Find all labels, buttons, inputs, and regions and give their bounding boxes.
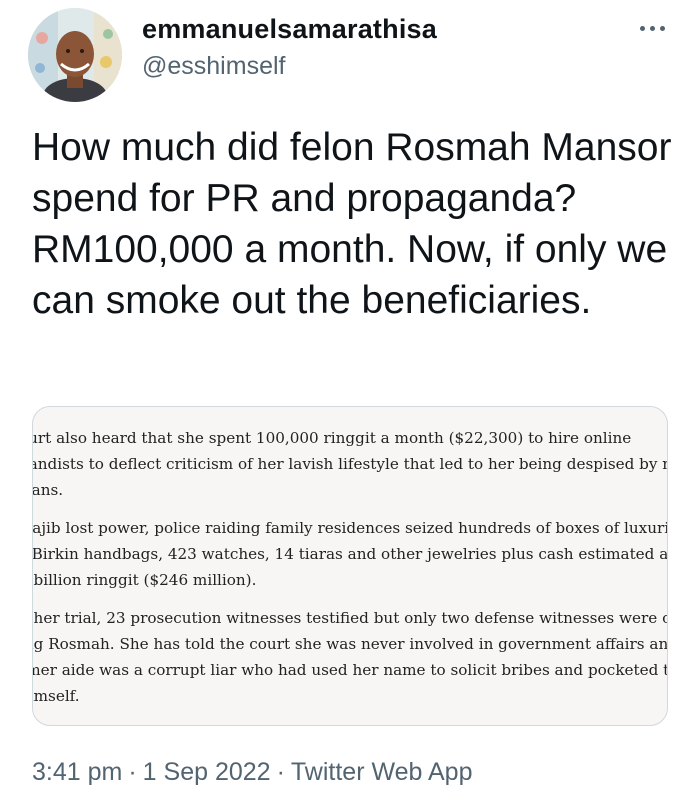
more-dot: [649, 25, 655, 31]
more-horizontal-icon[interactable]: [632, 14, 672, 42]
excerpt-line: himself.: [33, 687, 80, 705]
more-dot: [639, 25, 645, 31]
excerpt-line: Najib lost power, police raiding family …: [32, 519, 668, 537]
avatar[interactable]: [28, 8, 122, 102]
excerpt-line: s Birkin handbags, 423 watches, 14 tiara…: [32, 545, 668, 563]
tweet-header: emmanuelsamarathisa @esshimself: [0, 0, 700, 110]
display-name[interactable]: emmanuelsamarathisa: [142, 14, 437, 45]
tweet-date[interactable]: 1 Sep 2022: [143, 758, 271, 786]
excerpt-line: ourt also heard that she spent 100,000 r…: [32, 429, 632, 447]
separator: ·: [276, 758, 285, 786]
excerpt-line: 1 billion ringgit ($246 million).: [32, 571, 257, 589]
avatar-image: [28, 8, 122, 102]
tweet-metadata: 3:41 pm · 1 Sep 2022 · Twitter Web App: [32, 758, 472, 787]
user-handle[interactable]: @esshimself: [142, 52, 285, 81]
attached-image[interactable]: ourt also heard that she spent 100,000 r…: [32, 406, 668, 726]
excerpt-paragraph: Najib lost power, police raiding family …: [32, 515, 668, 593]
separator: ·: [128, 758, 137, 786]
article-excerpt: ourt also heard that she spent 100,000 r…: [32, 425, 668, 721]
tweet-text: How much did felon Rosmah Mansor spend f…: [32, 126, 672, 322]
excerpt-line: sians.: [32, 481, 64, 499]
excerpt-line: g her trial, 23 prosecution witnesses te…: [32, 609, 668, 627]
tweet-source[interactable]: Twitter Web App: [291, 758, 473, 786]
excerpt-paragraph: g her trial, 23 prosecution witnesses te…: [32, 605, 668, 709]
excerpt-line: rmer aide was a corrupt liar who had use…: [32, 661, 668, 679]
excerpt-paragraph: ourt also heard that she spent 100,000 r…: [32, 425, 668, 503]
more-dot: [659, 25, 665, 31]
tweet-time[interactable]: 3:41 pm: [32, 758, 122, 786]
excerpt-line: ing Rosmah. She has told the court she w…: [32, 635, 668, 653]
excerpt-line: gandists to deflect criticism of her lav…: [32, 455, 668, 473]
